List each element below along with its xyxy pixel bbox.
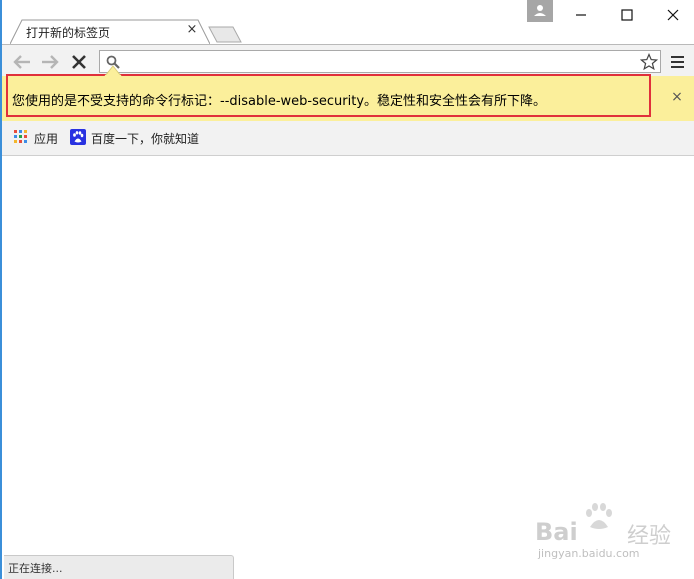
close-window-button[interactable] xyxy=(650,0,694,30)
hamburger-menu-icon xyxy=(671,56,684,68)
minimize-button[interactable] xyxy=(558,0,604,30)
infobar-message: 您使用的是不受支持的命令行标记：--disable-web-security。稳… xyxy=(12,94,547,109)
status-bubble: 正在连接... xyxy=(4,555,234,579)
baidu-paw-watermark-icon xyxy=(586,503,612,529)
baidu-paw-icon xyxy=(70,129,86,145)
address-input[interactable] xyxy=(126,53,626,70)
tab-title: 打开新的标签页 xyxy=(26,26,111,40)
watermark-suffix-text: 经验 xyxy=(627,524,672,549)
watermark-logo-text: Bai xyxy=(535,518,578,546)
bookmark-star-icon[interactable] xyxy=(640,53,658,71)
maximize-button[interactable] xyxy=(604,0,650,30)
new-tab-button[interactable] xyxy=(208,26,242,43)
watermark-url: jingyan.baidu.com xyxy=(538,547,640,560)
forward-button[interactable] xyxy=(39,51,61,73)
tab-new-tab-page[interactable]: 打开新的标签页 × xyxy=(10,19,210,45)
infobar-pointer-arrow xyxy=(104,65,122,76)
close-icon xyxy=(667,9,679,21)
browser-window: 打开新的标签页 × 您使用的是不受支持的命令行标记：--disable-web-… xyxy=(0,0,694,579)
tab-strip: 打开新的标签页 × xyxy=(2,0,694,45)
bookmark-label: 百度一下，你就知道 xyxy=(91,132,200,146)
apps-grid-icon xyxy=(14,130,27,143)
arrow-left-icon xyxy=(13,55,30,69)
new-tab-icon xyxy=(208,26,242,43)
bookmarks-bar: 应用 百度一下，你就知道 xyxy=(2,121,694,156)
infobar-close-icon[interactable]: × xyxy=(668,88,686,106)
person-icon xyxy=(534,5,546,16)
warning-infobar: 您使用的是不受支持的命令行标记：--disable-web-security。稳… xyxy=(2,74,694,122)
baidu-jingyan-watermark: Bai 经验 jingyan.baidu.com xyxy=(532,500,692,570)
tab-close-icon[interactable]: × xyxy=(185,22,199,38)
bookmark-label: 应用 xyxy=(34,132,59,146)
stop-x-icon xyxy=(72,55,86,69)
profile-avatar-button[interactable] xyxy=(527,0,553,22)
maximize-icon xyxy=(621,9,633,21)
arrow-right-icon xyxy=(42,55,59,69)
back-button[interactable] xyxy=(11,51,33,73)
stop-loading-button[interactable] xyxy=(68,51,90,73)
minimize-icon xyxy=(576,14,586,16)
chrome-menu-button[interactable] xyxy=(669,53,687,71)
omnibox[interactable] xyxy=(99,50,661,73)
